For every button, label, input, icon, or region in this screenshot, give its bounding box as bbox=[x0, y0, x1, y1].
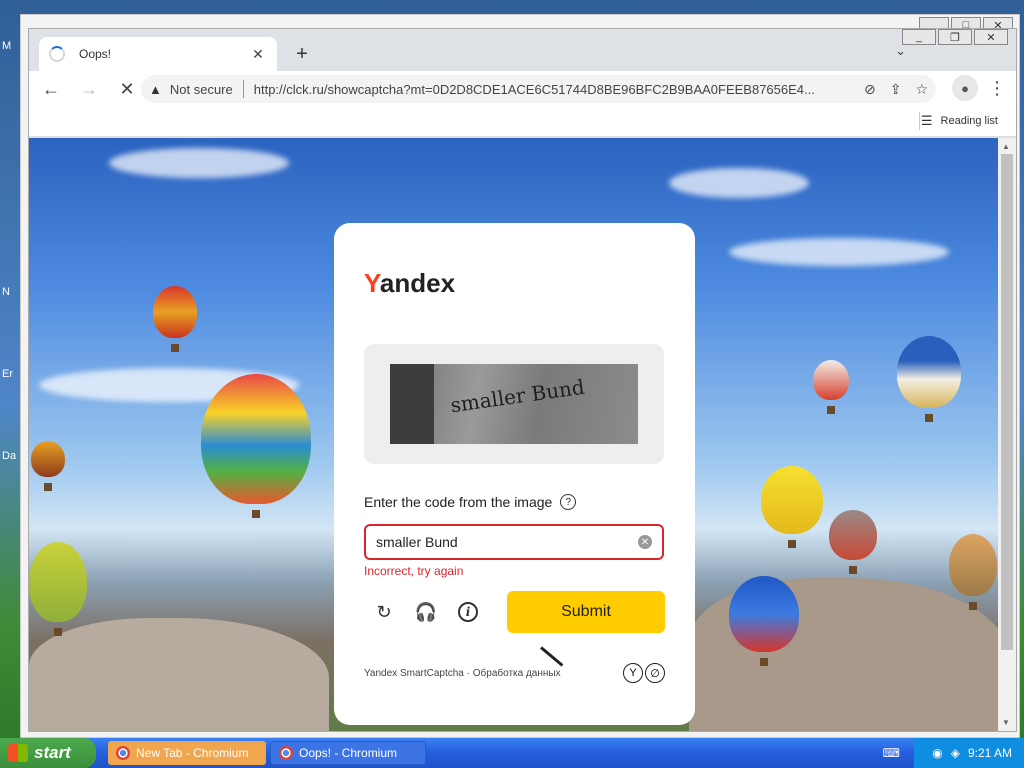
balloon-image bbox=[153, 286, 197, 352]
error-message: Incorrect, try again bbox=[364, 564, 464, 578]
balloon-image bbox=[949, 534, 997, 610]
taskbar-item-label: Oops! - Chromium bbox=[299, 746, 398, 760]
system-tray: ◉ ◈ 9:21 AM bbox=[914, 738, 1024, 768]
audio-icon[interactable]: 🎧 bbox=[414, 600, 438, 624]
close-button[interactable]: ✕ bbox=[974, 29, 1008, 45]
taskbar: start New Tab - Chromium Oops! - Chromiu… bbox=[0, 738, 1024, 768]
balloon-image bbox=[29, 542, 87, 636]
tab-oops[interactable]: Oops! ✕ bbox=[39, 37, 277, 71]
balloon-image bbox=[729, 576, 799, 666]
address-bar[interactable]: ▲ Not secure http://clck.ru/showcaptcha?… bbox=[141, 75, 936, 103]
balloon-image bbox=[761, 466, 823, 548]
cloud bbox=[729, 238, 949, 266]
refresh-icon[interactable]: ↻ bbox=[372, 600, 396, 624]
profile-icon[interactable]: ● bbox=[952, 75, 978, 101]
reading-list-label: Reading list bbox=[940, 115, 998, 127]
not-secure-label[interactable]: Not secure bbox=[170, 82, 233, 97]
stop-button[interactable]: ✕ bbox=[111, 73, 143, 105]
captcha-input[interactable]: smaller Bund ✕ bbox=[364, 524, 664, 560]
shield-icon[interactable]: ◈ bbox=[951, 746, 960, 760]
taskbar-item-oops[interactable]: Oops! - Chromium bbox=[270, 741, 426, 765]
balloon-image bbox=[813, 360, 849, 414]
smartcaptcha-icon: ∅ bbox=[645, 663, 665, 683]
captcha-shadow bbox=[390, 364, 434, 444]
browser-toolbar: ← → ✕ ▲ Not secure http://clck.ru/showca… bbox=[29, 71, 1016, 107]
keyboard-icon[interactable]: ⌨ bbox=[883, 746, 900, 760]
scroll-down-icon[interactable]: ▼ bbox=[1002, 718, 1010, 727]
url-text[interactable]: http://clck.ru/showcaptcha?mt=0D2D8CDE1A… bbox=[254, 82, 850, 97]
cloud bbox=[109, 148, 289, 178]
network-icon[interactable]: ◉ bbox=[932, 746, 942, 760]
reading-list-button[interactable]: ☰ Reading list bbox=[921, 113, 998, 129]
star-icon[interactable]: ☆ bbox=[915, 81, 928, 98]
menu-icon[interactable]: ⋮ bbox=[988, 78, 1006, 99]
window-caption-buttons: _ ❐ ✕ bbox=[902, 29, 1008, 45]
taskbar-item-label: New Tab - Chromium bbox=[136, 746, 249, 760]
chromium-icon bbox=[116, 746, 130, 760]
info-icon[interactable]: i bbox=[456, 600, 480, 624]
new-tab-button[interactable]: + bbox=[289, 41, 315, 67]
footer-logos: Y ∅ bbox=[623, 663, 665, 683]
desktop-icon-label[interactable]: Er bbox=[2, 368, 13, 380]
captcha-footer[interactable]: Yandex SmartCaptcha · Обработка данных bbox=[364, 668, 561, 679]
balloon-image bbox=[829, 510, 877, 574]
chromium-icon bbox=[279, 746, 293, 760]
help-icon[interactable]: ? bbox=[560, 494, 577, 510]
back-button[interactable]: ← bbox=[35, 73, 67, 105]
divider bbox=[919, 112, 920, 130]
divider bbox=[242, 80, 244, 98]
chevron-down-icon[interactable]: ⌄ bbox=[895, 43, 906, 59]
rock-formation bbox=[29, 618, 329, 731]
scroll-up-icon[interactable]: ▲ bbox=[1002, 142, 1010, 151]
share-icon[interactable]: ⇪ bbox=[890, 81, 902, 98]
eye-off-icon[interactable]: ⊘ bbox=[864, 81, 876, 98]
balloon-image bbox=[201, 374, 311, 518]
captcha-prompt: Enter the code from the image ? bbox=[364, 494, 577, 510]
balloon-image bbox=[897, 336, 961, 422]
clear-icon[interactable]: ✕ bbox=[638, 535, 652, 549]
browser-window: Oops! ✕ + ⌄ _ ❐ ✕ ← → ✕ ▲ Not secure htt… bbox=[28, 28, 1017, 732]
reading-list-icon: ☰ bbox=[920, 113, 933, 128]
balloon-image bbox=[31, 441, 65, 491]
submit-button[interactable]: Submit bbox=[507, 591, 665, 633]
desktop-icon-label[interactable]: Da bbox=[2, 450, 16, 462]
windows-logo-icon bbox=[8, 744, 28, 762]
restore-button[interactable]: ❐ bbox=[938, 29, 972, 45]
bookmarks-bar: ☰ Reading list bbox=[29, 107, 1016, 137]
start-button[interactable]: start bbox=[0, 738, 96, 768]
start-label: start bbox=[34, 743, 71, 762]
close-icon[interactable]: ✕ bbox=[249, 46, 267, 63]
desktop-icon-label[interactable]: N bbox=[2, 286, 10, 298]
vertical-scrollbar[interactable]: ▲ ▼ bbox=[998, 138, 1016, 731]
captcha-image-container: smaller Bund bbox=[364, 344, 664, 464]
captcha-text: smaller Bund bbox=[448, 374, 586, 418]
loading-spinner-icon bbox=[49, 46, 65, 62]
cloud bbox=[669, 168, 809, 198]
tab-strip: Oops! ✕ + ⌄ _ ❐ ✕ bbox=[29, 29, 1016, 71]
taskbar-item-new-tab[interactable]: New Tab - Chromium bbox=[108, 741, 266, 765]
minimize-button[interactable]: _ bbox=[902, 29, 936, 45]
warning-icon[interactable]: ▲ bbox=[149, 82, 162, 97]
toolbar-right-icons: ● ⋮ bbox=[952, 75, 1006, 101]
yandex-logo: Yandex bbox=[364, 268, 456, 298]
yandex-y-icon: Y bbox=[623, 663, 643, 683]
tab-title: Oops! bbox=[79, 47, 112, 61]
desktop-icon-label[interactable]: M bbox=[2, 40, 11, 52]
captcha-input-value[interactable]: smaller Bund bbox=[376, 534, 638, 550]
captcha-card: Yandex smaller Bund Enter the code from … bbox=[334, 223, 695, 725]
forward-button[interactable]: → bbox=[73, 73, 105, 105]
clock[interactable]: 9:21 AM bbox=[968, 746, 1012, 760]
scroll-thumb[interactable] bbox=[1001, 154, 1013, 650]
page-viewport: Yandex smaller Bund Enter the code from … bbox=[29, 138, 999, 731]
prompt-label: Enter the code from the image bbox=[364, 494, 553, 510]
captcha-image: smaller Bund bbox=[390, 364, 638, 444]
